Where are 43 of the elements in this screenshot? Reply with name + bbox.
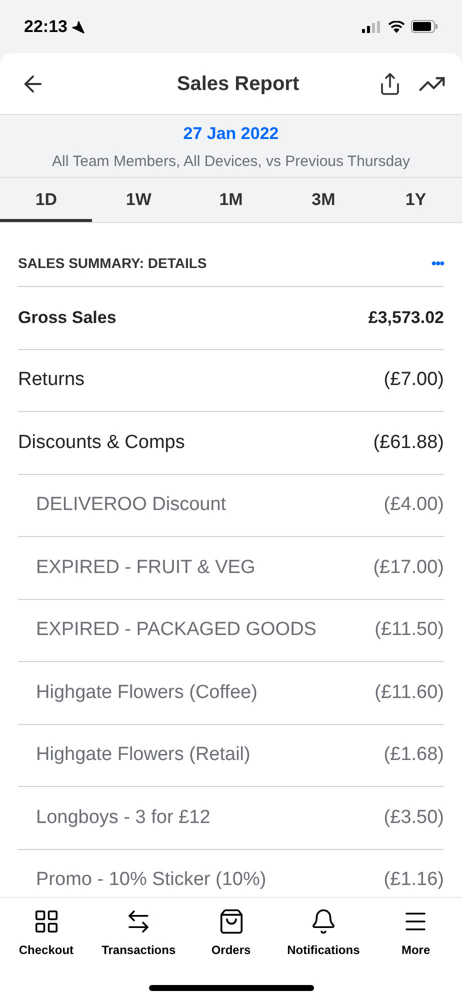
grid-icon bbox=[32, 908, 60, 935]
location-icon bbox=[71, 20, 86, 34]
row-label: EXPIRED - FRUIT & VEG bbox=[35, 556, 256, 580]
row-amount: (£11.60) bbox=[374, 680, 444, 704]
period-tab[interactable]: 1M bbox=[184, 178, 278, 222]
period-tab[interactable]: 3M bbox=[277, 178, 370, 222]
row-amount: (£61.88) bbox=[373, 430, 444, 454]
row-label: EXPIRED - PACKAGED GOODS bbox=[35, 618, 316, 642]
row-amount: (£4.00) bbox=[384, 493, 444, 517]
status-time: 22:13 bbox=[24, 16, 68, 38]
nav-tab[interactable]: Notifications bbox=[277, 908, 370, 959]
section-title: SALES SUMMARY: DETAILS bbox=[18, 254, 207, 273]
row-amount: (£1.68) bbox=[384, 743, 444, 767]
row-label: Returns bbox=[18, 368, 85, 392]
bag-icon bbox=[218, 908, 245, 935]
row-label: Highgate Flowers (Retail) bbox=[35, 743, 250, 767]
more-options-button[interactable]: ••• bbox=[431, 253, 444, 274]
period-tab[interactable]: 1D bbox=[0, 178, 92, 222]
nav-tab[interactable]: More bbox=[370, 908, 462, 959]
period-tab[interactable]: 1Y bbox=[370, 178, 462, 222]
date-link[interactable]: 27 Jan 2022 bbox=[183, 121, 279, 146]
row-amount: (£11.50) bbox=[374, 618, 444, 642]
row-label: Promo - 10% Sticker (10%) bbox=[35, 868, 266, 892]
signal-icon bbox=[362, 20, 382, 32]
row-label: DELIVEROO Discount bbox=[35, 493, 226, 517]
page-title: Sales Report bbox=[176, 72, 300, 96]
nav-tab[interactable]: Checkout bbox=[0, 908, 92, 959]
battery-icon bbox=[411, 20, 438, 33]
wifi-icon bbox=[388, 20, 405, 32]
row-amount: (£17.00) bbox=[373, 556, 444, 580]
bell-icon bbox=[310, 908, 337, 935]
row-amount: (£3.50) bbox=[384, 806, 444, 830]
row-label: Discounts & Comps bbox=[18, 430, 185, 454]
row-amount: (£7.00) bbox=[384, 368, 444, 392]
row-label: Highgate Flowers (Coffee) bbox=[35, 680, 258, 704]
period-tab[interactable]: 1W bbox=[92, 178, 185, 222]
row-amount: (£1.16) bbox=[384, 868, 444, 892]
row-label: Gross Sales bbox=[18, 307, 116, 329]
filter-description: All Team Members, All Devices, vs Previous Thursday bbox=[52, 152, 410, 172]
nav-tab[interactable]: Transactions bbox=[92, 908, 185, 959]
nav-tab[interactable]: Orders bbox=[184, 908, 278, 959]
row-amount: £3,573.02 bbox=[368, 307, 444, 329]
row-label: Longboys - 3 for £12 bbox=[35, 806, 210, 830]
